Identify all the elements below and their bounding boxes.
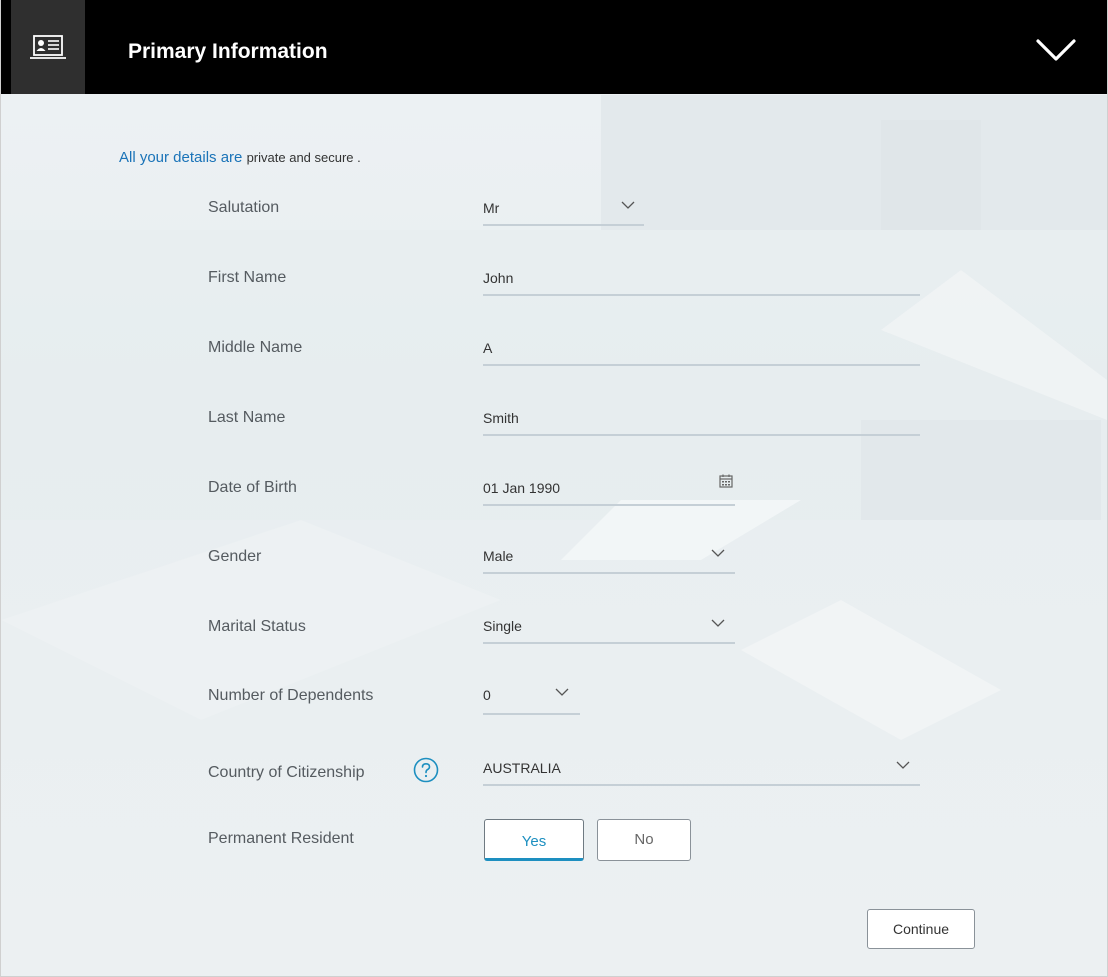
first-name-input[interactable]: John	[483, 268, 920, 296]
privacy-note-rest: private and secure .	[246, 150, 361, 165]
dependents-value: 0	[483, 687, 491, 703]
middle-name-label: Middle Name	[208, 339, 303, 356]
header-icon-container	[11, 0, 85, 94]
first-name-label: First Name	[208, 269, 287, 286]
permanent-resident-label: Permanent Resident	[208, 830, 354, 847]
salutation-label: Salutation	[208, 199, 280, 216]
calendar-icon[interactable]	[719, 474, 733, 488]
id-card-icon	[30, 35, 66, 59]
citizenship-value: AUSTRALIA	[483, 760, 561, 776]
salutation-value: Mr	[483, 200, 500, 216]
date-of-birth-input[interactable]: 01 Jan 1990	[483, 474, 735, 506]
first-name-value: John	[483, 270, 514, 286]
permanent-resident-no-button[interactable]: No	[597, 819, 691, 861]
chevron-down-icon	[711, 619, 725, 627]
help-icon[interactable]	[413, 757, 439, 783]
middle-name-input[interactable]: A	[483, 338, 920, 366]
privacy-note: All your details are private and secure …	[119, 148, 361, 168]
chevron-down-icon[interactable]	[1036, 38, 1076, 62]
dependents-select[interactable]: 0	[483, 685, 580, 715]
last-name-value: Smith	[483, 410, 519, 426]
chevron-down-icon	[711, 549, 725, 557]
permanent-resident-yes-button[interactable]: Yes	[484, 819, 584, 861]
middle-name-value: A	[483, 340, 493, 356]
marital-status-value: Single	[483, 618, 522, 634]
marital-status-label: Marital Status	[208, 618, 306, 635]
gender-select[interactable]: Male	[483, 546, 735, 574]
chevron-down-icon	[555, 688, 569, 696]
date-of-birth-label: Date of Birth	[208, 479, 297, 496]
gender-value: Male	[483, 548, 514, 564]
privacy-note-lead: All your details are	[119, 149, 243, 166]
dependents-label: Number of Dependents	[208, 687, 374, 704]
continue-button[interactable]: Continue	[867, 909, 975, 949]
citizenship-label: Country of Citizenship	[208, 764, 365, 781]
marital-status-select[interactable]: Single	[483, 616, 735, 644]
section-title: Primary Information	[128, 40, 328, 63]
last-name-input[interactable]: Smith	[483, 408, 920, 436]
chevron-down-icon	[896, 761, 910, 769]
salutation-select[interactable]: Mr	[483, 198, 644, 226]
chevron-down-icon	[621, 201, 635, 209]
date-of-birth-value: 01 Jan 1990	[483, 480, 561, 496]
citizenship-select[interactable]: AUSTRALIA	[483, 758, 920, 786]
primary-information-page: Primary Information All your details are…	[0, 0, 1108, 977]
last-name-label: Last Name	[208, 409, 286, 426]
gender-label: Gender	[208, 548, 262, 565]
section-header[interactable]: Primary Information	[1, 0, 1107, 94]
